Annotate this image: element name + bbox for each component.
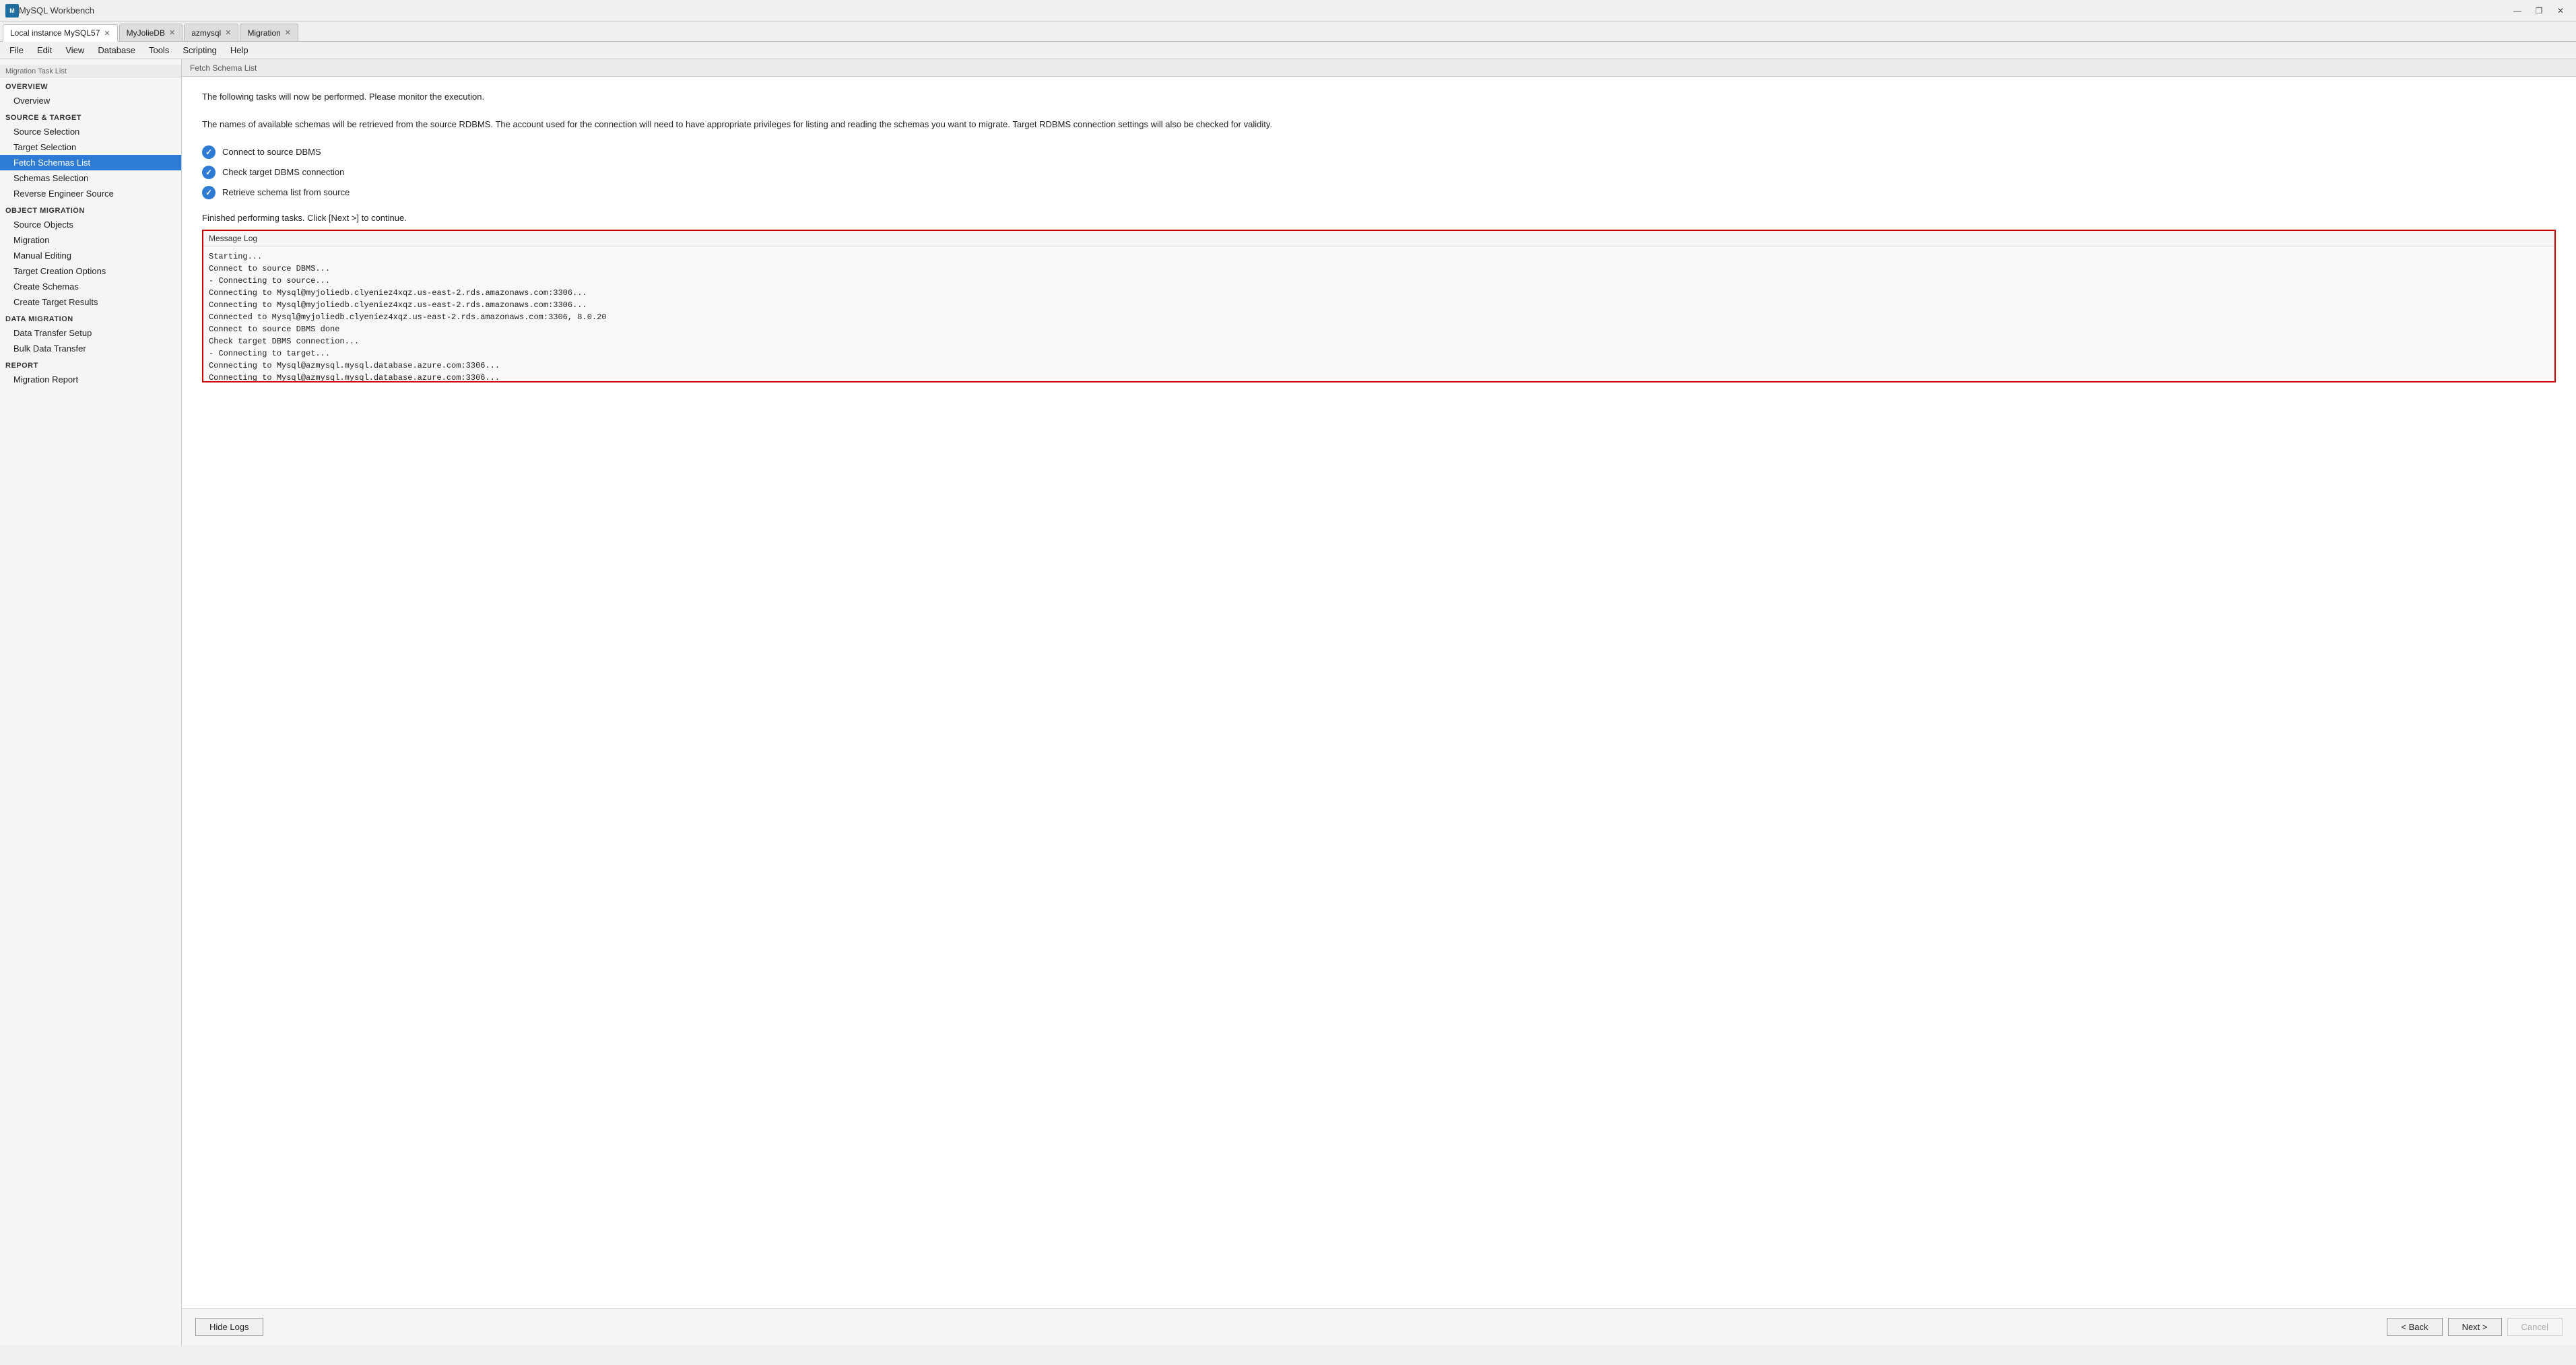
check-icon-retrieve-schema xyxy=(202,186,216,199)
sidebar-item-bulk-data-transfer[interactable]: Bulk Data Transfer xyxy=(0,341,181,356)
log-line: Connecting to Mysql@myjoliedb.clyeniez4x… xyxy=(209,299,2549,311)
menubar: File Edit View Database Tools Scripting … xyxy=(0,42,2576,59)
window-controls: — ❐ ✕ xyxy=(2507,3,2571,18)
sidebar-section-source-target: SOURCE & TARGET xyxy=(0,108,181,124)
sidebar-item-fetch-schemas[interactable]: Fetch Schemas List xyxy=(0,155,181,170)
sidebar-section-data-migration: DATA MIGRATION xyxy=(0,310,181,325)
log-line: Starting... xyxy=(209,251,2549,263)
tab-close-migration[interactable]: ✕ xyxy=(285,28,291,37)
tab-close-azmysql[interactable]: ✕ xyxy=(225,28,231,37)
message-log-content[interactable]: Starting...Connect to source DBMS...- Co… xyxy=(203,246,2554,381)
sidebar-item-target-creation-options[interactable]: Target Creation Options xyxy=(0,263,181,279)
message-log-title: Message Log xyxy=(203,231,2554,246)
tab-close-local[interactable]: ✕ xyxy=(104,29,110,38)
check-item-retrieve-schema: Retrieve schema list from source xyxy=(202,186,2556,199)
sidebar-section-report: REPORT xyxy=(0,356,181,372)
description-line2: The names of available schemas will be r… xyxy=(202,118,2556,132)
log-line: Connecting to Mysql@azmysql.mysql.databa… xyxy=(209,360,2549,372)
footer-bar: Hide Logs < Back Next > Cancel xyxy=(182,1308,2576,1345)
sidebar-item-migration[interactable]: Migration xyxy=(0,232,181,248)
tab-label: MyJolieDB xyxy=(127,28,165,38)
sidebar-item-schemas-selection[interactable]: Schemas Selection xyxy=(0,170,181,186)
menu-database[interactable]: Database xyxy=(91,44,142,57)
menu-scripting[interactable]: Scripting xyxy=(176,44,224,57)
hide-logs-button[interactable]: Hide Logs xyxy=(195,1318,263,1336)
back-button[interactable]: < Back xyxy=(2387,1318,2442,1336)
sidebar-panel-title: Migration Task List xyxy=(0,65,181,77)
check-label-retrieve-schema: Retrieve schema list from source xyxy=(222,187,350,197)
sidebar-section-object-migration: OBJECT MIGRATION xyxy=(0,201,181,217)
cancel-button[interactable]: Cancel xyxy=(2507,1318,2563,1336)
log-line: Connect to source DBMS... xyxy=(209,263,2549,275)
tab-migration[interactable]: Migration ✕ xyxy=(240,24,298,41)
tab-azmysql[interactable]: azmysql ✕ xyxy=(184,24,238,41)
sidebar-item-source-objects[interactable]: Source Objects xyxy=(0,217,181,232)
menu-help[interactable]: Help xyxy=(224,44,255,57)
close-button[interactable]: ✕ xyxy=(2550,3,2571,18)
tab-label: Migration xyxy=(247,28,280,38)
log-line: Connected to Mysql@myjoliedb.clyeniez4xq… xyxy=(209,311,2549,323)
tab-close-myjoliedb[interactable]: ✕ xyxy=(169,28,175,37)
sidebar-item-create-schemas[interactable]: Create Schemas xyxy=(0,279,181,294)
message-log-container: Message Log Starting...Connect to source… xyxy=(202,230,2556,382)
minimize-button[interactable]: — xyxy=(2507,3,2528,18)
content-header-title: Fetch Schema List xyxy=(190,63,257,73)
status-text: Finished performing tasks. Click [Next >… xyxy=(202,213,2556,223)
sidebar-section-overview: OVERVIEW xyxy=(0,77,181,93)
content-header: Fetch Schema List xyxy=(182,59,2576,77)
tab-label: Local instance MySQL57 xyxy=(10,28,100,38)
log-line: Check target DBMS connection... xyxy=(209,335,2549,347)
sidebar-item-source-selection[interactable]: Source Selection xyxy=(0,124,181,139)
tabbar: Local instance MySQL57 ✕ MyJolieDB ✕ azm… xyxy=(0,22,2576,42)
menu-view[interactable]: View xyxy=(59,44,91,57)
check-item-check-target: Check target DBMS connection xyxy=(202,166,2556,179)
log-line: - Connecting to source... xyxy=(209,275,2549,287)
menu-edit[interactable]: Edit xyxy=(30,44,59,57)
check-label-check-target: Check target DBMS connection xyxy=(222,167,344,177)
restore-button[interactable]: ❐ xyxy=(2529,3,2549,18)
sidebar-item-reverse-engineer[interactable]: Reverse Engineer Source xyxy=(0,186,181,201)
menu-tools[interactable]: Tools xyxy=(142,44,176,57)
app-icon: M xyxy=(5,4,19,18)
footer-left: Hide Logs xyxy=(195,1318,263,1336)
sidebar-item-target-selection[interactable]: Target Selection xyxy=(0,139,181,155)
next-button[interactable]: Next > xyxy=(2448,1318,2502,1336)
tab-label: azmysql xyxy=(191,28,221,38)
tab-myjoliedb[interactable]: MyJolieDB ✕ xyxy=(119,24,183,41)
log-line: Connecting to Mysql@myjoliedb.clyeniez4x… xyxy=(209,287,2549,299)
check-icon-connect-source xyxy=(202,145,216,159)
sidebar-item-migration-report[interactable]: Migration Report xyxy=(0,372,181,387)
sidebar-item-manual-editing[interactable]: Manual Editing xyxy=(0,248,181,263)
footer-right: < Back Next > Cancel xyxy=(2387,1318,2563,1336)
checklist: Connect to source DBMS Check target DBMS… xyxy=(202,145,2556,199)
description-line1: The following tasks will now be performe… xyxy=(202,90,2556,104)
sidebar-item-overview[interactable]: Overview xyxy=(0,93,181,108)
sidebar-item-data-transfer-setup[interactable]: Data Transfer Setup xyxy=(0,325,181,341)
content-body: The following tasks will now be performe… xyxy=(182,77,2576,1308)
main-container: Migration Task List OVERVIEW Overview SO… xyxy=(0,59,2576,1345)
check-icon-check-target xyxy=(202,166,216,179)
content-area: Fetch Schema List The following tasks wi… xyxy=(182,59,2576,1345)
log-line: Connecting to Mysql@azmysql.mysql.databa… xyxy=(209,372,2549,381)
sidebar: Migration Task List OVERVIEW Overview SO… xyxy=(0,59,182,1345)
log-line: - Connecting to target... xyxy=(209,347,2549,360)
app-title: MySQL Workbench xyxy=(19,5,2507,15)
menu-file[interactable]: File xyxy=(3,44,30,57)
titlebar: M MySQL Workbench — ❐ ✕ xyxy=(0,0,2576,22)
check-item-connect-source: Connect to source DBMS xyxy=(202,145,2556,159)
tab-local-instance[interactable]: Local instance MySQL57 ✕ xyxy=(3,24,118,42)
sidebar-item-create-target-results[interactable]: Create Target Results xyxy=(0,294,181,310)
log-line: Connect to source DBMS done xyxy=(209,323,2549,335)
check-label-connect-source: Connect to source DBMS xyxy=(222,147,321,157)
